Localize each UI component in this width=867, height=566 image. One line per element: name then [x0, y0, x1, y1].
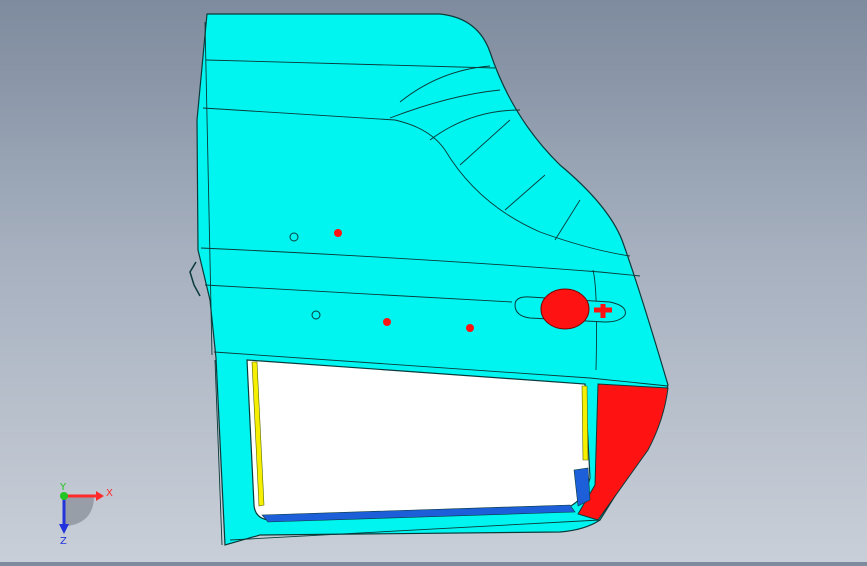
window-opening[interactable]	[246, 359, 591, 521]
y-axis-dot	[60, 492, 68, 500]
right-seal	[581, 385, 589, 461]
hinge-bracket[interactable]	[189, 261, 201, 297]
z-axis-label: Z	[60, 536, 67, 546]
hole-red[interactable]	[466, 324, 474, 332]
z-axis-head	[59, 524, 69, 534]
graphics-viewport[interactable]: X Y Z	[0, 0, 867, 562]
y-axis-label: Y	[59, 482, 67, 493]
x-axis-head	[96, 491, 104, 501]
x-axis-label: X	[106, 488, 113, 499]
hole-red[interactable]	[334, 229, 342, 237]
handle-cap[interactable]	[540, 288, 590, 330]
door-panel-model[interactable]	[0, 0, 867, 562]
hole-red[interactable]	[383, 318, 391, 326]
coordinate-triad: X Y Z	[44, 482, 124, 547]
triad-shade	[64, 496, 94, 526]
